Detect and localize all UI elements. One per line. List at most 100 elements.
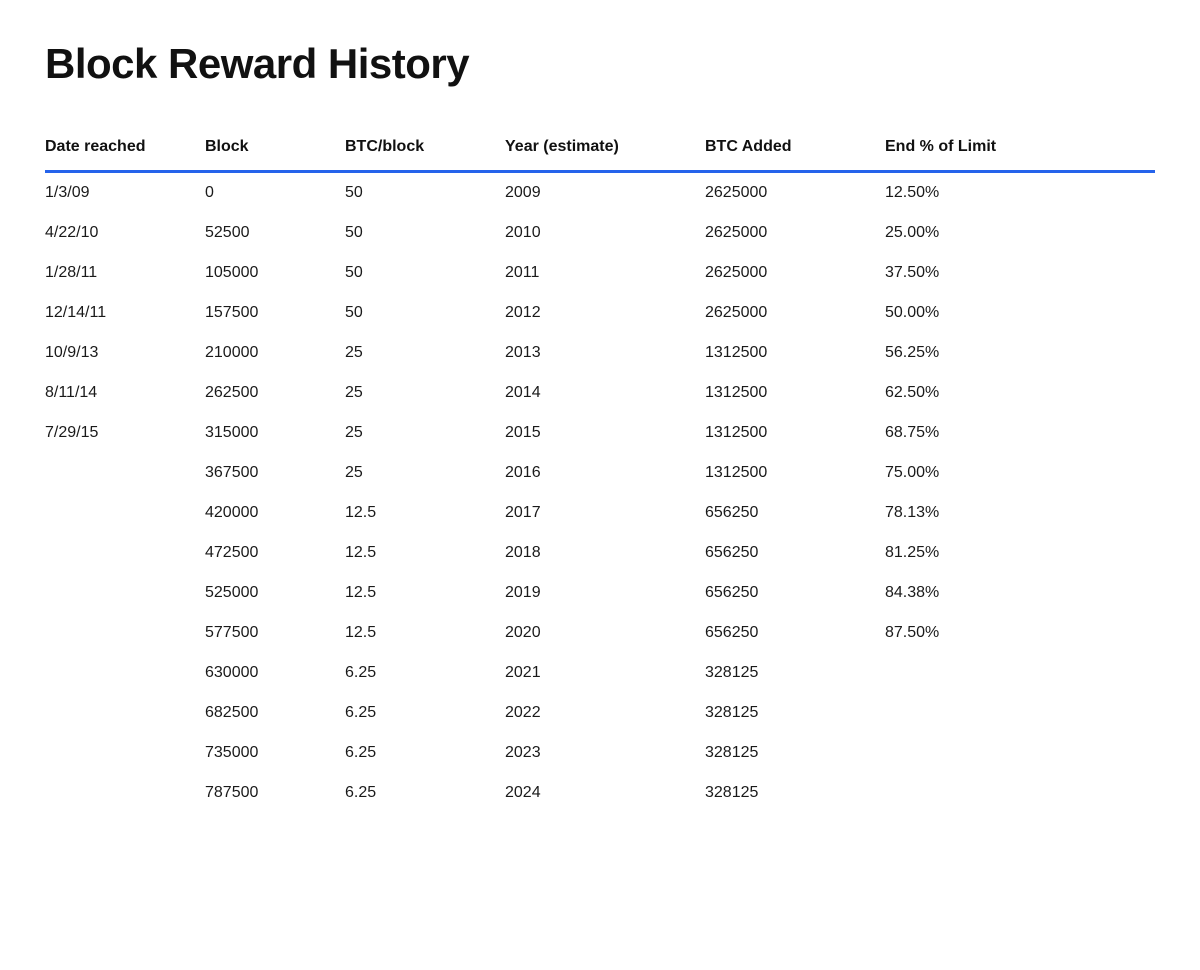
col-header-btcadded: BTC Added [705, 128, 885, 172]
cell-btcadded: 656250 [705, 533, 885, 573]
cell-btcblock: 6.25 [345, 653, 505, 693]
cell-btcblock: 6.25 [345, 693, 505, 733]
cell-endlimit: 68.75% [885, 413, 1155, 453]
block-reward-table: Date reached Block BTC/block Year (estim… [45, 128, 1155, 813]
col-header-endlimit: End % of Limit [885, 128, 1155, 172]
cell-btcadded: 328125 [705, 653, 885, 693]
cell-year: 2020 [505, 613, 705, 653]
cell-endlimit [885, 693, 1155, 733]
cell-year: 2010 [505, 213, 705, 253]
cell-year: 2023 [505, 733, 705, 773]
table-row: 7350006.252023328125 [45, 733, 1155, 773]
cell-endlimit: 50.00% [885, 293, 1155, 333]
cell-btcblock: 12.5 [345, 573, 505, 613]
cell-date [45, 773, 205, 813]
cell-btcblock: 6.25 [345, 773, 505, 813]
table-header-row: Date reached Block BTC/block Year (estim… [45, 128, 1155, 172]
cell-year: 2018 [505, 533, 705, 573]
cell-block: 105000 [205, 253, 345, 293]
table-row: 10/9/13210000252013131250056.25% [45, 333, 1155, 373]
cell-date [45, 653, 205, 693]
cell-block: 525000 [205, 573, 345, 613]
cell-btcadded: 656250 [705, 493, 885, 533]
cell-block: 52500 [205, 213, 345, 253]
cell-date: 1/3/09 [45, 172, 205, 214]
col-header-date: Date reached [45, 128, 205, 172]
cell-year: 2021 [505, 653, 705, 693]
cell-date [45, 693, 205, 733]
cell-date [45, 573, 205, 613]
col-header-block: Block [205, 128, 345, 172]
cell-btcblock: 25 [345, 373, 505, 413]
cell-endlimit: 56.25% [885, 333, 1155, 373]
page-title: Block Reward History [45, 40, 1155, 88]
cell-block: 0 [205, 172, 345, 214]
cell-block: 262500 [205, 373, 345, 413]
cell-year: 2015 [505, 413, 705, 453]
cell-endlimit: 12.50% [885, 172, 1155, 214]
cell-btcblock: 50 [345, 293, 505, 333]
cell-endlimit: 25.00% [885, 213, 1155, 253]
cell-btcadded: 2625000 [705, 213, 885, 253]
cell-block: 367500 [205, 453, 345, 493]
cell-btcadded: 1312500 [705, 373, 885, 413]
cell-btcblock: 25 [345, 453, 505, 493]
table-row: 7/29/15315000252015131250068.75% [45, 413, 1155, 453]
cell-date: 8/11/14 [45, 373, 205, 413]
cell-block: 630000 [205, 653, 345, 693]
cell-date [45, 453, 205, 493]
cell-endlimit: 87.50% [885, 613, 1155, 653]
cell-endlimit: 75.00% [885, 453, 1155, 493]
cell-block: 787500 [205, 773, 345, 813]
cell-endlimit [885, 733, 1155, 773]
cell-year: 2019 [505, 573, 705, 613]
table-row: 1/28/11105000502011262500037.50% [45, 253, 1155, 293]
cell-date [45, 533, 205, 573]
cell-btcblock: 50 [345, 213, 505, 253]
cell-block: 682500 [205, 693, 345, 733]
cell-year: 2013 [505, 333, 705, 373]
cell-year: 2009 [505, 172, 705, 214]
cell-btcadded: 2625000 [705, 293, 885, 333]
cell-btcblock: 25 [345, 333, 505, 373]
table-row: 8/11/14262500252014131250062.50% [45, 373, 1155, 413]
cell-endlimit: 81.25% [885, 533, 1155, 573]
cell-block: 420000 [205, 493, 345, 533]
cell-btcadded: 328125 [705, 693, 885, 733]
cell-btcblock: 12.5 [345, 533, 505, 573]
table-row: 7875006.252024328125 [45, 773, 1155, 813]
cell-endlimit: 37.50% [885, 253, 1155, 293]
table-row: 6300006.252021328125 [45, 653, 1155, 693]
cell-date: 1/28/11 [45, 253, 205, 293]
cell-date: 12/14/11 [45, 293, 205, 333]
cell-btcadded: 328125 [705, 733, 885, 773]
cell-btcblock: 12.5 [345, 613, 505, 653]
cell-endlimit: 78.13% [885, 493, 1155, 533]
cell-endlimit: 62.50% [885, 373, 1155, 413]
cell-block: 472500 [205, 533, 345, 573]
cell-date: 10/9/13 [45, 333, 205, 373]
table-row: 4/22/1052500502010262500025.00% [45, 213, 1155, 253]
table-container: Date reached Block BTC/block Year (estim… [45, 128, 1155, 813]
cell-year: 2016 [505, 453, 705, 493]
cell-year: 2014 [505, 373, 705, 413]
cell-btcblock: 25 [345, 413, 505, 453]
table-row: 42000012.5201765625078.13% [45, 493, 1155, 533]
table-row: 12/14/11157500502012262500050.00% [45, 293, 1155, 333]
cell-btcadded: 2625000 [705, 172, 885, 214]
cell-btcblock: 50 [345, 172, 505, 214]
cell-btcblock: 12.5 [345, 493, 505, 533]
cell-date [45, 493, 205, 533]
table-row: 367500252016131250075.00% [45, 453, 1155, 493]
cell-date: 4/22/10 [45, 213, 205, 253]
table-row: 6825006.252022328125 [45, 693, 1155, 733]
table-row: 1/3/090502009262500012.50% [45, 172, 1155, 214]
cell-date [45, 733, 205, 773]
cell-endlimit [885, 653, 1155, 693]
cell-btcadded: 1312500 [705, 453, 885, 493]
cell-btcadded: 2625000 [705, 253, 885, 293]
cell-block: 577500 [205, 613, 345, 653]
table-row: 52500012.5201965625084.38% [45, 573, 1155, 613]
cell-block: 157500 [205, 293, 345, 333]
table-row: 57750012.5202065625087.50% [45, 613, 1155, 653]
